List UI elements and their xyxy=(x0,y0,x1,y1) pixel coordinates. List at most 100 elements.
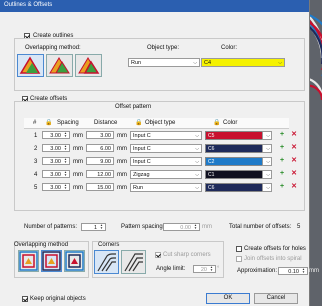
overlap-method-3-icon xyxy=(76,55,101,76)
delete-row-icon[interactable]: ✕ xyxy=(290,131,298,139)
row-object-type-select[interactable]: Input C ⌵ xyxy=(130,157,202,166)
spin-arrows-icon: ▲ ▼ xyxy=(64,183,67,190)
rounded-corners-button[interactable] xyxy=(94,250,119,274)
delete-row-icon[interactable]: ✕ xyxy=(290,170,298,178)
offset-overlap-2-button[interactable] xyxy=(41,250,62,272)
row-color-dropdown[interactable]: ⌵ xyxy=(262,131,272,140)
row-spacing-unit: mm xyxy=(73,159,83,165)
row-object-type-select[interactable]: Zigzag ⌵ xyxy=(130,170,202,179)
row-spacing-unit: mm xyxy=(73,146,83,152)
angle-limit-value: 20 xyxy=(200,267,207,273)
row-object-type-value: Input C xyxy=(133,146,151,152)
row-spacing-value: 3.00 xyxy=(50,159,61,165)
row-distance-unit: mm xyxy=(117,146,127,152)
chevron-down-icon: ⌵ xyxy=(195,133,199,139)
row-distance-unit: mm xyxy=(117,185,127,191)
chevron-down-icon: ⌵ xyxy=(195,185,199,191)
outlines-method-label: Overlapping method: xyxy=(25,45,81,51)
approximation-unit: mm xyxy=(309,268,319,274)
row-distance-unit: mm xyxy=(117,133,127,139)
chevron-down-icon: ⌵ xyxy=(266,133,270,139)
dialog-title: Outlines & Offsets xyxy=(4,2,53,8)
chevron-down-icon: ⌵ xyxy=(195,172,199,178)
row-color-dropdown[interactable]: ⌵ xyxy=(262,170,272,179)
keep-original-checkbox[interactable] xyxy=(22,296,28,302)
chevron-down-icon: ⌵ xyxy=(193,60,197,66)
row-spacing-spinner[interactable]: 3.00 ▲ ▼ xyxy=(42,144,70,152)
total-offsets-label: Total number of offsets: xyxy=(229,224,292,230)
spin-arrows-icon: ▲ ▼ xyxy=(64,144,67,151)
pattern-spacing-spinner[interactable]: 0.00 ▲ ▼ xyxy=(163,223,200,231)
row-spacing-spinner[interactable]: 3.00 ▲ ▼ xyxy=(42,157,70,165)
row-spacing-spinner[interactable]: 3.00 ▲ ▼ xyxy=(42,170,70,178)
total-offsets-value: 5 xyxy=(297,224,301,230)
offset-overlap-1-button[interactable] xyxy=(18,250,39,272)
add-row-icon[interactable]: + xyxy=(278,144,286,152)
delete-row-icon[interactable]: ✕ xyxy=(290,183,298,191)
add-row-icon[interactable]: + xyxy=(278,157,286,165)
row-color-value: C6 xyxy=(208,185,215,191)
pattern-spacing-label: Pattern spacing: xyxy=(121,224,165,230)
row-object-type-select[interactable]: Input C ⌵ xyxy=(130,131,202,140)
header-spacing: Spacing xyxy=(57,120,79,126)
row-distance-value: 6.00 xyxy=(100,146,111,152)
cancel-button[interactable]: Cancel xyxy=(254,293,298,304)
sharp-corners-button[interactable] xyxy=(121,250,146,274)
chevron-down-icon: ⌵ xyxy=(195,146,199,152)
angle-limit-spinner[interactable]: 20 ▲ ▼ xyxy=(193,265,216,273)
row-object-type-select[interactable]: Input C ⌵ xyxy=(130,144,202,153)
nested-square-icon xyxy=(42,251,61,271)
row-color-value: C1 xyxy=(208,172,215,178)
overlap-method-1-icon xyxy=(18,55,43,76)
pattern-spacing-unit: mm xyxy=(202,224,212,230)
add-row-icon[interactable]: + xyxy=(278,131,286,139)
cut-sharp-corners-checkbox[interactable] xyxy=(155,252,161,258)
outline-object-type-select[interactable]: Run ⌵ xyxy=(128,58,200,67)
outline-color-select[interactable]: C4 ⌵ xyxy=(201,58,285,67)
row-distance-spinner[interactable]: 6.00 xyxy=(86,144,114,152)
round-corner-icon xyxy=(97,253,116,272)
outline-object-type-value: Run xyxy=(131,60,142,66)
corners-label: Corners xyxy=(98,242,120,248)
row-object-type-select[interactable]: Run ⌵ xyxy=(130,183,202,192)
row-number: 2 xyxy=(34,146,38,152)
spin-arrows-icon: ▲ ▼ xyxy=(100,223,103,230)
approximation-spinner[interactable]: 0.10 ▲ ▼ xyxy=(278,267,308,275)
row-color-value: C5 xyxy=(208,133,215,139)
row-distance-spinner[interactable]: 15.00 xyxy=(86,183,114,191)
ok-button[interactable]: OK xyxy=(206,293,250,304)
angle-limit-label: Angle limit: xyxy=(156,266,186,272)
row-distance-spinner[interactable]: 3.00 xyxy=(86,131,114,139)
title-bar: Outlines & Offsets xyxy=(0,0,309,12)
chevron-down-icon: ⌵ xyxy=(266,185,270,191)
overlapping-method-label: Overlapping method xyxy=(14,242,69,248)
row-color-dropdown[interactable]: ⌵ xyxy=(262,183,272,192)
row-spacing-unit: mm xyxy=(73,133,83,139)
offset-overlap-3-button[interactable] xyxy=(64,250,85,272)
create-offsets-holes-checkbox[interactable] xyxy=(236,246,242,252)
lock-icon: 🔒 xyxy=(213,120,221,126)
row-number: 5 xyxy=(34,185,38,191)
num-patterns-label: Number of patterns: xyxy=(24,224,78,230)
row-distance-spinner[interactable]: 12.00 xyxy=(86,170,114,178)
outline-method-3-button[interactable] xyxy=(75,54,102,77)
delete-row-icon[interactable]: ✕ xyxy=(290,157,298,165)
join-spiral-label: Join offsets into spiral xyxy=(244,256,302,262)
color-label: Color: xyxy=(221,45,238,51)
row-distance-spinner[interactable]: 9.00 xyxy=(86,157,114,165)
add-row-icon[interactable]: + xyxy=(278,183,286,191)
row-spacing-spinner[interactable]: 3.00 ▲ ▼ xyxy=(42,183,70,191)
chevron-down-icon: ⌵ xyxy=(195,159,199,165)
row-number: 4 xyxy=(34,172,38,178)
delete-row-icon[interactable]: ✕ xyxy=(290,144,298,152)
outline-method-1-button[interactable] xyxy=(17,54,44,77)
row-distance-value: 9.00 xyxy=(100,159,111,165)
outline-method-2-button[interactable] xyxy=(46,54,73,77)
row-spacing-spinner[interactable]: 3.00 ▲ ▼ xyxy=(42,131,70,139)
join-spiral-checkbox[interactable] xyxy=(236,256,242,262)
num-patterns-spinner[interactable]: 1 ▲ ▼ xyxy=(81,223,106,231)
row-color-dropdown[interactable]: ⌵ xyxy=(262,157,272,166)
row-color-dropdown[interactable]: ⌵ xyxy=(262,144,272,153)
spin-arrows-icon: ▲ ▼ xyxy=(302,267,305,274)
add-row-icon[interactable]: + xyxy=(278,170,286,178)
